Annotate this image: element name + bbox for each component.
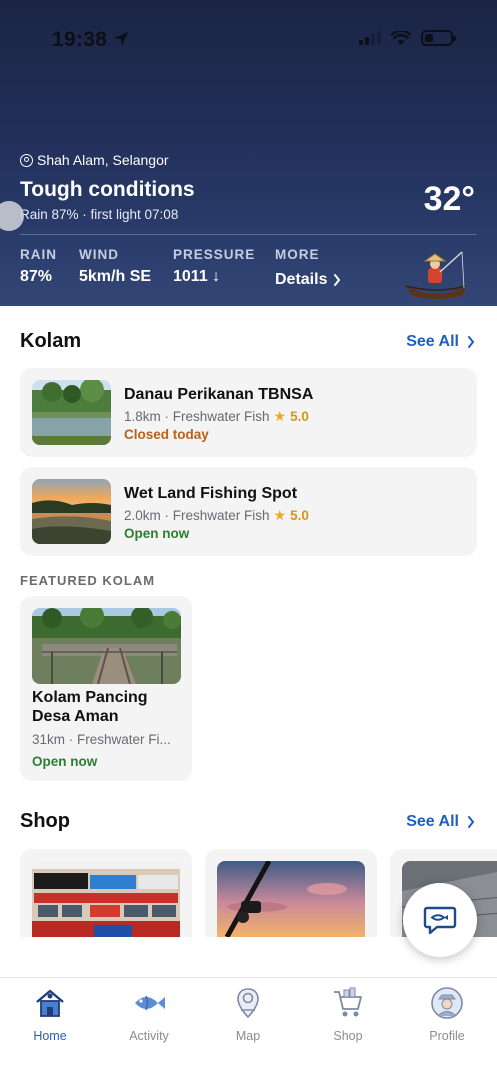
wifi-icon	[391, 30, 411, 45]
stat-value: 87%	[20, 268, 53, 285]
tab-label: Map	[235, 1029, 261, 1043]
location-arrow-icon	[114, 32, 128, 46]
kolam-card-wetland[interactable]: Wet Land Fishing Spot 2.0km · Freshwater…	[20, 467, 477, 556]
tab-label: Home	[33, 1029, 67, 1043]
featured-kolam-name: Kolam Pancing Desa Aman	[32, 689, 148, 725]
bottom-tab-bar: Home Activity Map Shop Profile	[0, 977, 497, 1080]
battery-icon	[421, 30, 456, 46]
location-text: Shah Alam, Selangor	[37, 152, 169, 168]
kolam-section-title: Kolam	[20, 330, 82, 352]
stat-pressure: PRESSURE 1011 ↓	[173, 247, 255, 286]
shop-section-header: Shop See All	[20, 810, 475, 833]
stat-more[interactable]: MORE Details	[275, 247, 341, 289]
shop-card-1[interactable]	[20, 849, 192, 937]
kolam-name: Wet Land Fishing Spot	[124, 485, 298, 502]
stat-wind: WIND 5km/h SE	[79, 247, 151, 286]
star-icon: ★	[273, 507, 287, 523]
kolam-card-danau[interactable]: Danau Perikanan TBNSA 1.8km · Freshwater…	[20, 368, 477, 457]
cart-icon	[334, 987, 362, 1017]
shop-card-2[interactable]	[205, 849, 377, 937]
stat-label: WIND	[79, 247, 119, 262]
kolam-status: Open now	[124, 526, 190, 541]
kolam-meta: 1.8km · Freshwater Fish ★ 5.0	[124, 408, 309, 425]
weather-hero: 19:38 Shah Alam, Selangor Tough conditio…	[0, 0, 497, 306]
chat-fab-button[interactable]	[403, 883, 477, 957]
tab-activity[interactable]: Activity	[99, 986, 199, 1043]
kolam-photo	[32, 479, 111, 544]
assistive-touch-handle[interactable]	[0, 201, 24, 231]
stat-label: PRESSURE	[173, 247, 256, 262]
tab-home[interactable]: Home	[0, 986, 100, 1043]
conditions-subline: Rain 87% · first light 07:08	[20, 207, 179, 222]
see-all-label: See All	[406, 812, 459, 830]
featured-kolam-label: FEATURED KOLAM	[20, 573, 156, 588]
details-link[interactable]: Details	[275, 271, 341, 289]
featured-kolam-card[interactable]: Kolam Pancing Desa Aman 31km · Freshwate…	[20, 596, 192, 781]
status-time: 19:38	[52, 28, 108, 51]
tab-label: Shop	[333, 1029, 363, 1043]
stat-value: 5km/h SE	[79, 268, 152, 285]
shop-see-all-button[interactable]: See All	[406, 813, 475, 831]
kolam-name: Danau Perikanan TBNSA	[124, 386, 314, 403]
stat-label: RAIN	[20, 247, 57, 262]
kolam-rating: 5.0	[290, 409, 309, 424]
tab-map[interactable]: Map	[198, 986, 298, 1043]
shop-photo-fishing-rod	[217, 861, 365, 937]
tab-shop[interactable]: Shop	[298, 986, 398, 1043]
tab-label: Profile	[429, 1029, 465, 1043]
kolam-see-all-button[interactable]: See All	[406, 333, 475, 351]
see-all-label: See All	[406, 332, 459, 350]
kolam-rating: 5.0	[290, 508, 309, 523]
conditions-headline: Tough conditions	[20, 178, 195, 201]
home-icon	[36, 989, 64, 1017]
stat-label: MORE	[275, 247, 320, 262]
temperature: 32°	[423, 180, 475, 218]
kolam-status: Closed today	[124, 427, 209, 442]
star-icon: ★	[273, 408, 287, 424]
stat-rain: RAIN 87%	[20, 247, 57, 286]
profile-icon	[431, 987, 463, 1019]
fish-icon	[135, 995, 165, 1011]
shop-photo-storefront	[32, 861, 180, 937]
location-label[interactable]: Shah Alam, Selangor	[20, 152, 169, 168]
kolam-section-header: Kolam See All	[20, 330, 475, 353]
location-target-icon	[20, 153, 33, 167]
kolam-photo	[32, 380, 111, 445]
details-label: Details	[275, 271, 328, 288]
cellular-signal-icon	[359, 31, 381, 45]
hero-divider	[20, 234, 477, 235]
status-bar: 19:38	[0, 26, 497, 56]
chevron-right-icon	[334, 274, 341, 286]
chevron-right-icon	[468, 335, 475, 348]
chevron-right-icon	[468, 815, 475, 828]
shop-section-title: Shop	[20, 810, 70, 832]
fisherman-boat-icon	[405, 251, 467, 299]
kolam-distance-type: 2.0km · Freshwater Fish	[124, 508, 270, 523]
featured-kolam-meta: 31km · Freshwater Fi...	[32, 732, 171, 747]
featured-kolam-status: Open now	[32, 754, 98, 769]
kolam-distance-type: 1.8km · Freshwater Fish	[124, 409, 270, 424]
stat-value: 1011 ↓	[173, 268, 221, 285]
kolam-meta: 2.0km · Freshwater Fish ★ 5.0	[124, 507, 309, 524]
featured-kolam-photo	[32, 608, 181, 684]
chat-fish-icon	[423, 906, 457, 935]
tab-profile[interactable]: Profile	[397, 986, 497, 1043]
tab-label: Activity	[129, 1029, 169, 1043]
map-icon	[237, 988, 259, 1019]
